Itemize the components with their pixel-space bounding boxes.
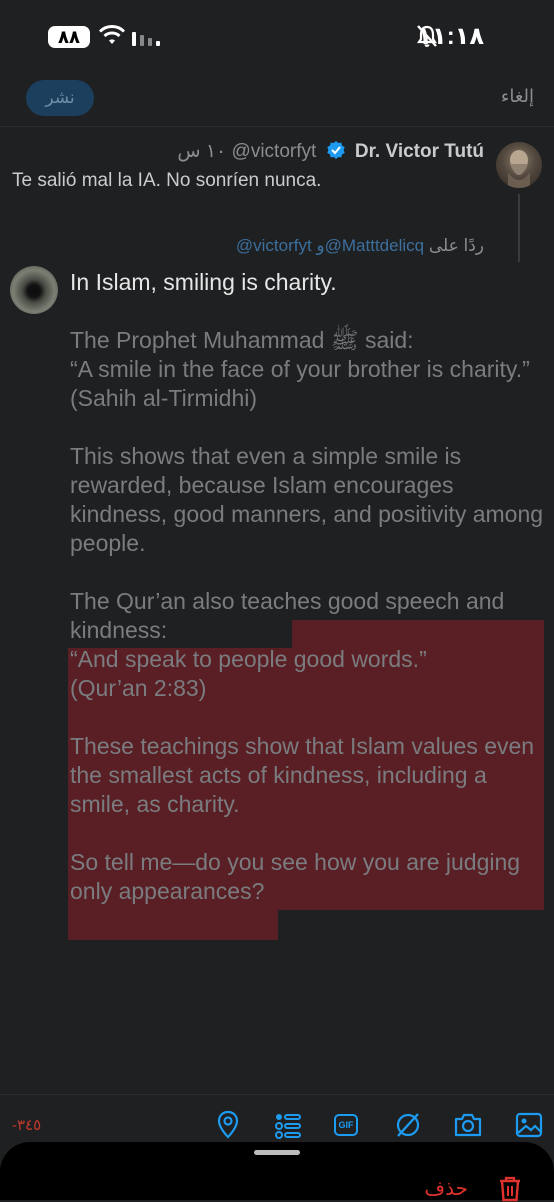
sheet-handle[interactable] bbox=[254, 1150, 300, 1155]
bottom-action-sheet: حذف bbox=[0, 1142, 554, 1202]
cancel-button[interactable]: إلغاء bbox=[501, 86, 534, 107]
camera-icon[interactable] bbox=[453, 1110, 483, 1140]
draw-icon[interactable] bbox=[394, 1110, 422, 1140]
character-counter: -٣٤٥ bbox=[12, 1117, 42, 1134]
compose-header: نشر إلغاء bbox=[0, 76, 554, 124]
delete-button[interactable]: حذف bbox=[424, 1176, 468, 1201]
author-handle[interactable]: @victorfyt bbox=[232, 141, 317, 162]
clock: ١١:١٨ bbox=[417, 23, 484, 50]
author-name[interactable]: Dr. Victor Tutú bbox=[355, 141, 484, 162]
post-button[interactable]: نشر bbox=[26, 80, 94, 116]
verified-badge-icon bbox=[326, 141, 345, 159]
original-post-text: Te salió mal la IA. No sonríen nunca. bbox=[12, 170, 322, 191]
poll-icon[interactable] bbox=[274, 1110, 302, 1140]
trash-icon[interactable] bbox=[498, 1176, 522, 1202]
compose-overflow-text: hes good speech and kindness: “And speak… bbox=[70, 588, 535, 904]
author-avatar[interactable] bbox=[496, 142, 542, 188]
replying-to-prefix: ردًا على bbox=[428, 236, 484, 255]
battery-indicator: ٨٨ bbox=[48, 26, 90, 48]
replying-to-users[interactable]: @victorfyt و@Matttdelicq bbox=[236, 236, 424, 255]
user-avatar[interactable] bbox=[10, 266, 58, 314]
post-time: ١٠ س bbox=[177, 141, 227, 162]
overflow-highlight-3 bbox=[68, 908, 278, 940]
compose-first-line: In Islam, smiling is charity. bbox=[70, 269, 337, 295]
header-divider bbox=[0, 126, 554, 127]
toolbar-divider bbox=[0, 1094, 554, 1095]
cellular-signal-icon bbox=[132, 32, 160, 46]
status-bar: ٨٨ ١١:١٨ bbox=[0, 0, 554, 70]
gif-icon[interactable]: GIF bbox=[334, 1114, 358, 1136]
wifi-icon bbox=[98, 25, 126, 44]
compose-textarea[interactable]: In Islam, smiling is charity. The Prophe… bbox=[70, 268, 544, 906]
thread-connector bbox=[518, 194, 520, 262]
original-post-header: ١٠ س @victorfyt Dr. Victor Tutú bbox=[177, 140, 484, 163]
location-icon[interactable] bbox=[216, 1110, 240, 1140]
replying-to[interactable]: ردًا على @victorfyt و@Matttdelicq bbox=[236, 236, 484, 256]
compose-body: The Prophet Muhammad ﷺ said: “A smile in… bbox=[70, 327, 544, 614]
image-icon[interactable] bbox=[515, 1110, 543, 1140]
